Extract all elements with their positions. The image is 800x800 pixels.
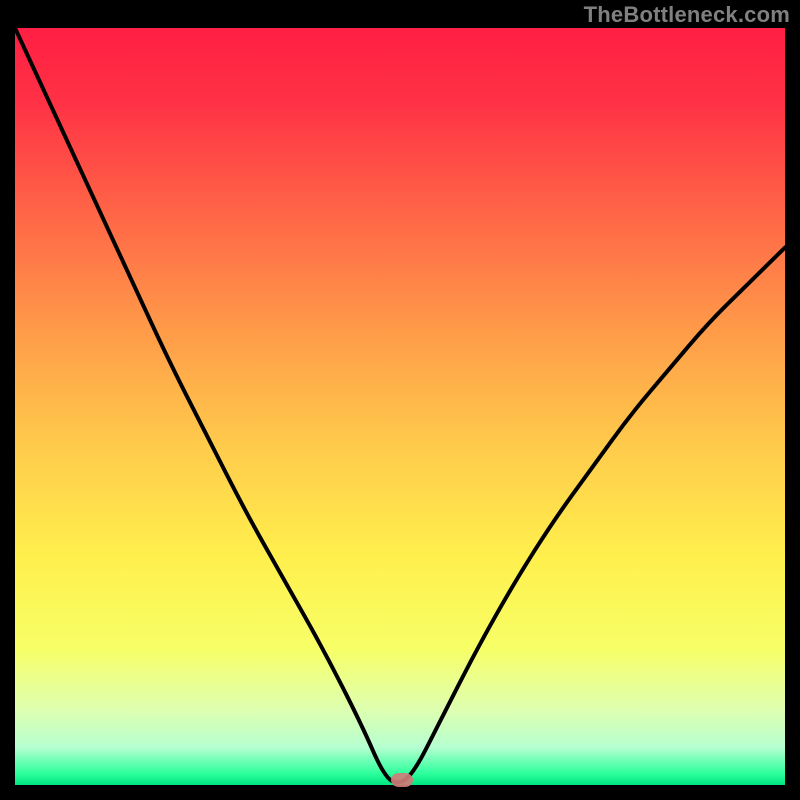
plot-area [15, 28, 785, 785]
bottleneck-curve [15, 28, 785, 785]
watermark-text: TheBottleneck.com [584, 2, 790, 28]
optimal-point-marker [391, 773, 413, 787]
chart-frame: TheBottleneck.com [0, 0, 800, 800]
